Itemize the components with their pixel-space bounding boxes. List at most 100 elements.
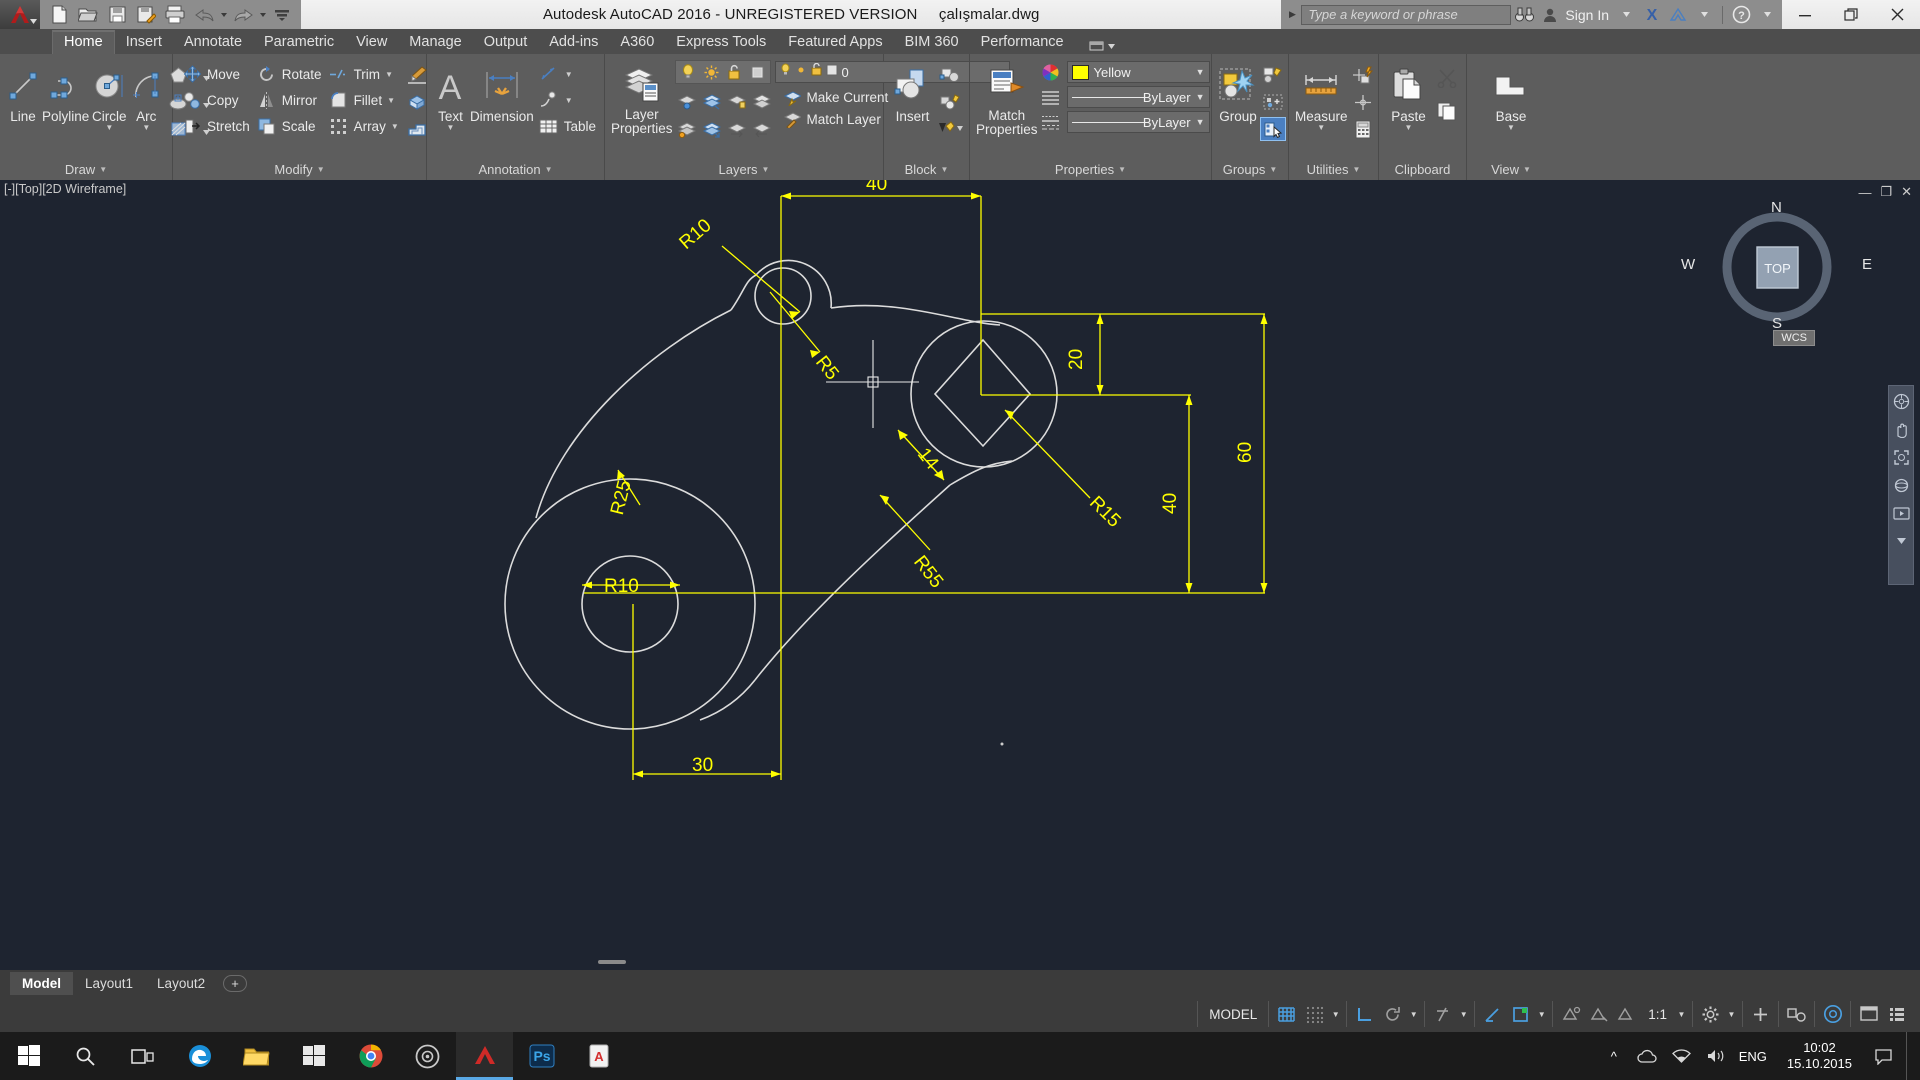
line-button[interactable]: Line — [6, 60, 40, 124]
redo-icon[interactable] — [230, 3, 256, 26]
edit-block-icon[interactable] — [937, 90, 963, 114]
match-layer-button[interactable]: Match Layer — [779, 109, 891, 130]
search-binoculars-icon[interactable] — [1511, 2, 1537, 28]
hw-accel-icon[interactable] — [1820, 1002, 1845, 1026]
volume-icon[interactable] — [1705, 1045, 1727, 1067]
tab-output[interactable]: Output — [473, 31, 539, 54]
osnap-icon[interactable] — [1430, 1002, 1455, 1026]
viewcube-west-label[interactable]: W — [1681, 256, 1695, 273]
leader-button[interactable]: ▼ — [536, 62, 598, 86]
orbit-icon[interactable] — [1891, 475, 1911, 495]
workspace-dropdown-icon[interactable]: ▼ — [1726, 1010, 1737, 1019]
tab-insert[interactable]: Insert — [115, 31, 173, 54]
osnap-dropdown-icon[interactable]: ▼ — [1458, 1010, 1469, 1019]
text-button[interactable]: A Text ▼ — [433, 60, 468, 132]
panel-modify-expand-icon[interactable]: ▼ — [317, 165, 325, 174]
undo-dropdown-caret-icon[interactable] — [220, 3, 227, 26]
otrack-icon[interactable] — [1480, 1002, 1505, 1026]
lightbulb-icon[interactable] — [678, 62, 699, 82]
trim-dropdown-icon[interactable]: ▼ — [384, 70, 394, 79]
ortho-icon[interactable] — [1352, 1002, 1377, 1026]
show-desktop-button[interactable] — [1906, 1032, 1914, 1080]
stretch-button[interactable]: Stretch — [179, 114, 252, 138]
panel-utilities-expand-icon[interactable]: ▼ — [1352, 165, 1360, 174]
close-button[interactable] — [1874, 0, 1920, 29]
task-view-button[interactable] — [114, 1032, 171, 1080]
redo-dropdown-caret-icon[interactable] — [259, 3, 266, 26]
lineweight-select-caret-icon[interactable]: ▼ — [1196, 117, 1205, 127]
panel-view-expand-icon[interactable]: ▼ — [1523, 165, 1531, 174]
action-center-icon[interactable] — [1872, 1045, 1894, 1067]
linetype-select-caret-icon[interactable]: ▼ — [1196, 92, 1205, 102]
insert-block-button[interactable]: Insert — [890, 60, 935, 124]
color-select[interactable]: Yellow ▼ — [1066, 61, 1210, 83]
layer-isolate-icon[interactable] — [675, 90, 698, 112]
group-button[interactable]: Group — [1218, 60, 1258, 124]
drawing-canvas[interactable]: [-][Top][2D Wireframe] — ❐ ✕ 40 R10 R5 2… — [0, 180, 1920, 970]
open-icon[interactable] — [75, 3, 101, 26]
zoom-extents-icon[interactable] — [1891, 447, 1911, 467]
copy-button[interactable]: Copy — [179, 88, 252, 112]
point-id-icon[interactable] — [1350, 90, 1376, 114]
array-button[interactable]: Array ▼ — [326, 114, 402, 138]
help-icon[interactable]: ? — [1728, 2, 1754, 28]
network-icon[interactable] — [1671, 1045, 1693, 1067]
restore-button[interactable] — [1828, 0, 1874, 29]
linetype-icon[interactable] — [1040, 87, 1062, 107]
leader-dropdown-icon[interactable]: ▼ — [564, 70, 574, 79]
navbar-dropdown-icon[interactable] — [1891, 531, 1911, 551]
customize-icon[interactable] — [1884, 1002, 1909, 1026]
showmotion-icon[interactable] — [1891, 503, 1911, 523]
user-account-icon[interactable] — [1537, 2, 1563, 28]
panel-groups-expand-icon[interactable]: ▼ — [1269, 165, 1277, 174]
create-block-icon[interactable] — [937, 63, 963, 87]
measure-dropdown-icon[interactable]: ▼ — [1317, 124, 1325, 132]
fullscreen-icon[interactable] — [1856, 1002, 1881, 1026]
offset-icon[interactable] — [404, 117, 430, 141]
layer-properties-button[interactable]: Layer Properties — [611, 58, 673, 136]
paste-button[interactable]: Paste ▼ — [1385, 60, 1432, 132]
wcs-label[interactable]: WCS — [1773, 330, 1815, 346]
multileader-dropdown-icon[interactable]: ▼ — [564, 96, 574, 105]
cut-icon[interactable] — [1434, 66, 1460, 90]
store-button[interactable] — [285, 1032, 342, 1080]
model-space-label[interactable]: MODEL — [1203, 1007, 1263, 1022]
trim-button[interactable]: Trim ▼ — [326, 62, 402, 86]
base-view-button[interactable]: Base ▼ — [1483, 60, 1539, 132]
explode-icon[interactable] — [404, 90, 430, 114]
group-edit-icon[interactable] — [1260, 90, 1286, 114]
search-button[interactable] — [57, 1032, 114, 1080]
group-selection-icon[interactable] — [1260, 117, 1286, 141]
base-view-dropdown-icon[interactable]: ▼ — [1507, 124, 1515, 132]
clock[interactable]: 10:02 15.10.2015 — [1779, 1040, 1860, 1072]
steering-wheel-icon[interactable] — [1891, 391, 1911, 411]
snap-icon[interactable] — [1302, 1002, 1327, 1026]
gear-icon[interactable] — [1698, 1002, 1723, 1026]
erase-brush-icon[interactable] — [404, 63, 430, 87]
plus-icon[interactable] — [1748, 1002, 1773, 1026]
ucs-icon[interactable] — [1508, 1002, 1533, 1026]
arc-dropdown-icon[interactable]: ▼ — [142, 124, 150, 132]
infocenter-expand-icon[interactable]: ▶ — [1283, 9, 1301, 20]
copy-clip-icon[interactable] — [1434, 99, 1460, 123]
viewcube-north-label[interactable]: N — [1771, 199, 1782, 216]
table-button[interactable]: Table — [536, 114, 598, 138]
layer-previous-icon[interactable] — [750, 118, 773, 140]
array-dropdown-icon[interactable]: ▼ — [390, 122, 400, 131]
photoshop-button[interactable]: Ps — [513, 1032, 570, 1080]
tab-a360[interactable]: A360 — [609, 31, 665, 54]
panel-annotation-expand-icon[interactable]: ▼ — [545, 165, 553, 174]
tab-addins[interactable]: Add-ins — [538, 31, 609, 54]
rotate-button[interactable]: Rotate — [254, 62, 324, 86]
mirror-button[interactable]: Mirror — [254, 88, 324, 112]
circle-button[interactable]: Circle ▼ — [91, 60, 127, 132]
fillet-button[interactable]: Fillet ▼ — [326, 88, 402, 112]
panel-properties-expand-icon[interactable]: ▼ — [1118, 165, 1126, 174]
ribbon-minimize-controls[interactable] — [1089, 40, 1115, 54]
add-layout-button[interactable]: + — [223, 974, 248, 992]
tab-layout1[interactable]: Layout1 — [73, 972, 145, 995]
isolate-icon[interactable] — [1784, 1002, 1809, 1026]
horizontal-scrollbar-thumb[interactable] — [598, 960, 626, 964]
unlock-icon[interactable] — [724, 62, 745, 82]
qat-more-icon[interactable] — [269, 3, 295, 26]
